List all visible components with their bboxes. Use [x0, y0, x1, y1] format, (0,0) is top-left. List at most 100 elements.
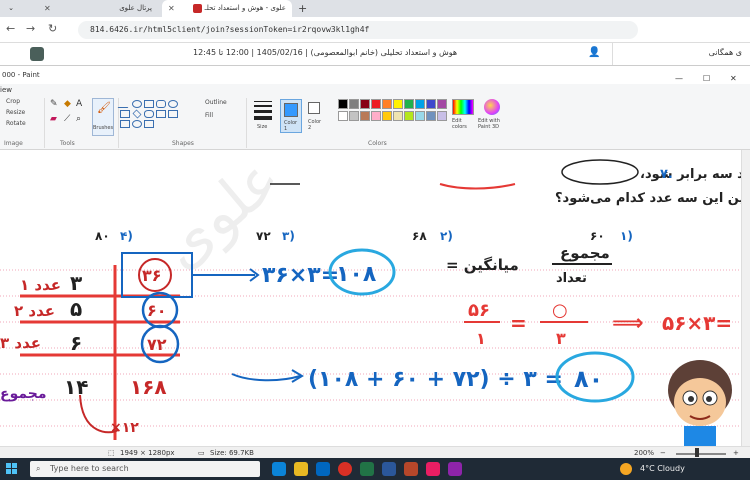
value-60: ۶۰ [147, 301, 167, 320]
color-picker-icon[interactable]: ⟋ [64, 114, 70, 124]
fill-button[interactable]: Fill [205, 112, 213, 119]
palette-swatch[interactable] [404, 111, 414, 121]
zoom-slider[interactable] [676, 453, 726, 455]
close-tab-icon[interactable]: ✕ [44, 0, 51, 17]
diamond-shape-icon[interactable] [132, 109, 142, 119]
outline-button[interactable]: Outline [205, 99, 227, 106]
palette-swatch[interactable] [415, 111, 425, 121]
palette-swatch[interactable] [382, 111, 392, 121]
zoom-out-icon[interactable]: − [660, 449, 666, 457]
palette-swatch[interactable] [349, 99, 359, 109]
palette-swatch[interactable] [338, 99, 348, 109]
oval-shape-icon[interactable] [132, 100, 142, 108]
palette-swatch[interactable] [437, 111, 447, 121]
file-explorer-icon[interactable] [294, 462, 308, 476]
shapes-gallery[interactable] [117, 100, 200, 130]
paint-title-bar: 000 - Paint — ☐ ✕ [0, 66, 750, 84]
paint3d-icon[interactable] [484, 99, 500, 115]
menu-view[interactable]: iew [0, 86, 12, 94]
star-shape-icon[interactable] [120, 120, 130, 128]
ellipse-shape-icon[interactable] [168, 100, 178, 108]
tab-menu-icon[interactable]: ⌄ [2, 0, 20, 17]
color-palette [338, 99, 448, 139]
pencil-icon[interactable]: ✎ [50, 99, 58, 109]
edit-paint3d-label[interactable]: Edit with Paint 3D [478, 118, 500, 130]
palette-swatch[interactable] [371, 99, 381, 109]
palette-swatch[interactable] [360, 111, 370, 121]
powerpoint-icon[interactable] [404, 462, 418, 476]
zoom-level: 200% [634, 449, 655, 457]
brushes-button[interactable]: 🖌 Brushes [92, 98, 114, 136]
option2-num[interactable]: ۲) [440, 229, 453, 243]
paint-icon[interactable] [426, 462, 440, 476]
crop-button[interactable]: Crop [6, 98, 20, 105]
hexagon-shape-icon[interactable] [156, 110, 166, 118]
chrome-icon[interactable] [338, 462, 352, 476]
tab-portal[interactable]: ✕ پرتال علوی [38, 0, 158, 17]
url-field[interactable]: 814.6426.ir/html5client/join?sessionToke… [78, 21, 638, 39]
palette-swatch[interactable] [437, 99, 447, 109]
color2-button[interactable]: Color 2 [305, 99, 325, 133]
back-icon[interactable]: ← [6, 22, 15, 35]
palette-swatch[interactable] [371, 111, 381, 121]
palette-swatch[interactable] [426, 99, 436, 109]
zoom-in-icon[interactable]: + [733, 449, 739, 457]
text-icon[interactable]: A [76, 99, 82, 109]
arrow-shape-icon[interactable] [168, 110, 178, 118]
option3-num[interactable]: ۳) [282, 229, 295, 243]
palette-swatch[interactable] [393, 111, 403, 121]
word-icon[interactable] [382, 462, 396, 476]
palette-swatch[interactable] [382, 99, 392, 109]
rectangle-shape-icon[interactable] [144, 100, 154, 108]
vertical-scrollbar[interactable] [741, 150, 750, 446]
edit-colors-icon[interactable] [452, 99, 474, 115]
weather-icon[interactable] [620, 463, 632, 475]
triangle-shape-icon[interactable] [120, 110, 130, 118]
new-tab-button[interactable]: + [298, 0, 307, 17]
option3-value[interactable]: ۷۲ [256, 229, 271, 243]
tab-class[interactable]: ✕ علوی - هوش و استعداد تحلـ [162, 0, 292, 17]
pentagon-shape-icon[interactable] [144, 110, 154, 118]
edge-icon[interactable] [316, 462, 330, 476]
rotate-button[interactable]: Rotate [6, 120, 26, 127]
app-icon[interactable] [448, 462, 462, 476]
reload-icon[interactable]: ↻ [48, 22, 57, 35]
option2-value[interactable]: ۶۸ [412, 229, 427, 243]
weather-text[interactable]: 4°C Cloudy [640, 464, 685, 473]
task-view-icon[interactable] [272, 462, 286, 476]
option1-num[interactable]: ۱) [620, 229, 633, 243]
option4-value[interactable]: ۸۰ [95, 229, 110, 243]
option4-num[interactable]: ۴) [120, 229, 133, 243]
zoom-slider-thumb[interactable] [695, 448, 699, 457]
paint-ribbon: iew Crop Resize Rotate Image ✎ ◆ A ▰ ⟋ ⌕… [0, 84, 750, 150]
edit-colors-label[interactable]: Edit colors [452, 118, 467, 130]
palette-swatch[interactable] [393, 99, 403, 109]
palette-swatch[interactable] [404, 99, 414, 109]
option1-value[interactable]: ۶۰ [590, 229, 605, 243]
underline-red [439, 183, 516, 190]
windows-start-icon[interactable] [6, 463, 18, 475]
palette-swatch[interactable] [415, 99, 425, 109]
palette-swatch[interactable] [338, 111, 348, 121]
cartoon-boy-icon [668, 360, 732, 446]
forward-icon[interactable]: → [26, 22, 35, 35]
line-shape-icon[interactable] [117, 100, 133, 108]
paint-canvas[interactable]: علوی میانگین سه عدد که نسبت‌های ۳ به ۵ ب… [0, 150, 750, 446]
resize-button[interactable]: Resize [6, 109, 25, 116]
underline-loop [561, 159, 639, 185]
color1-button[interactable]: Color 1 [280, 99, 302, 133]
url-text: 814.6426.ir/html5client/join?sessionToke… [90, 25, 370, 34]
fill-icon[interactable]: ◆ [64, 99, 71, 109]
magnifier-icon[interactable]: ⌕ [76, 114, 81, 124]
heart-shape-icon[interactable] [144, 120, 154, 128]
palette-swatch[interactable] [426, 111, 436, 121]
callout-shape-icon[interactable] [132, 120, 142, 128]
palette-swatch[interactable] [349, 111, 359, 121]
eraser-icon[interactable]: ▰ [50, 114, 57, 124]
excel-icon[interactable] [360, 462, 374, 476]
close-tab-icon[interactable]: ✕ [168, 0, 175, 17]
palette-swatch[interactable] [360, 99, 370, 109]
user-icon[interactable]: 👤 [588, 47, 600, 58]
taskbar-search-input[interactable]: ⌕ Type here to search [30, 461, 260, 477]
rounded-rectangle-shape-icon[interactable] [156, 100, 166, 108]
